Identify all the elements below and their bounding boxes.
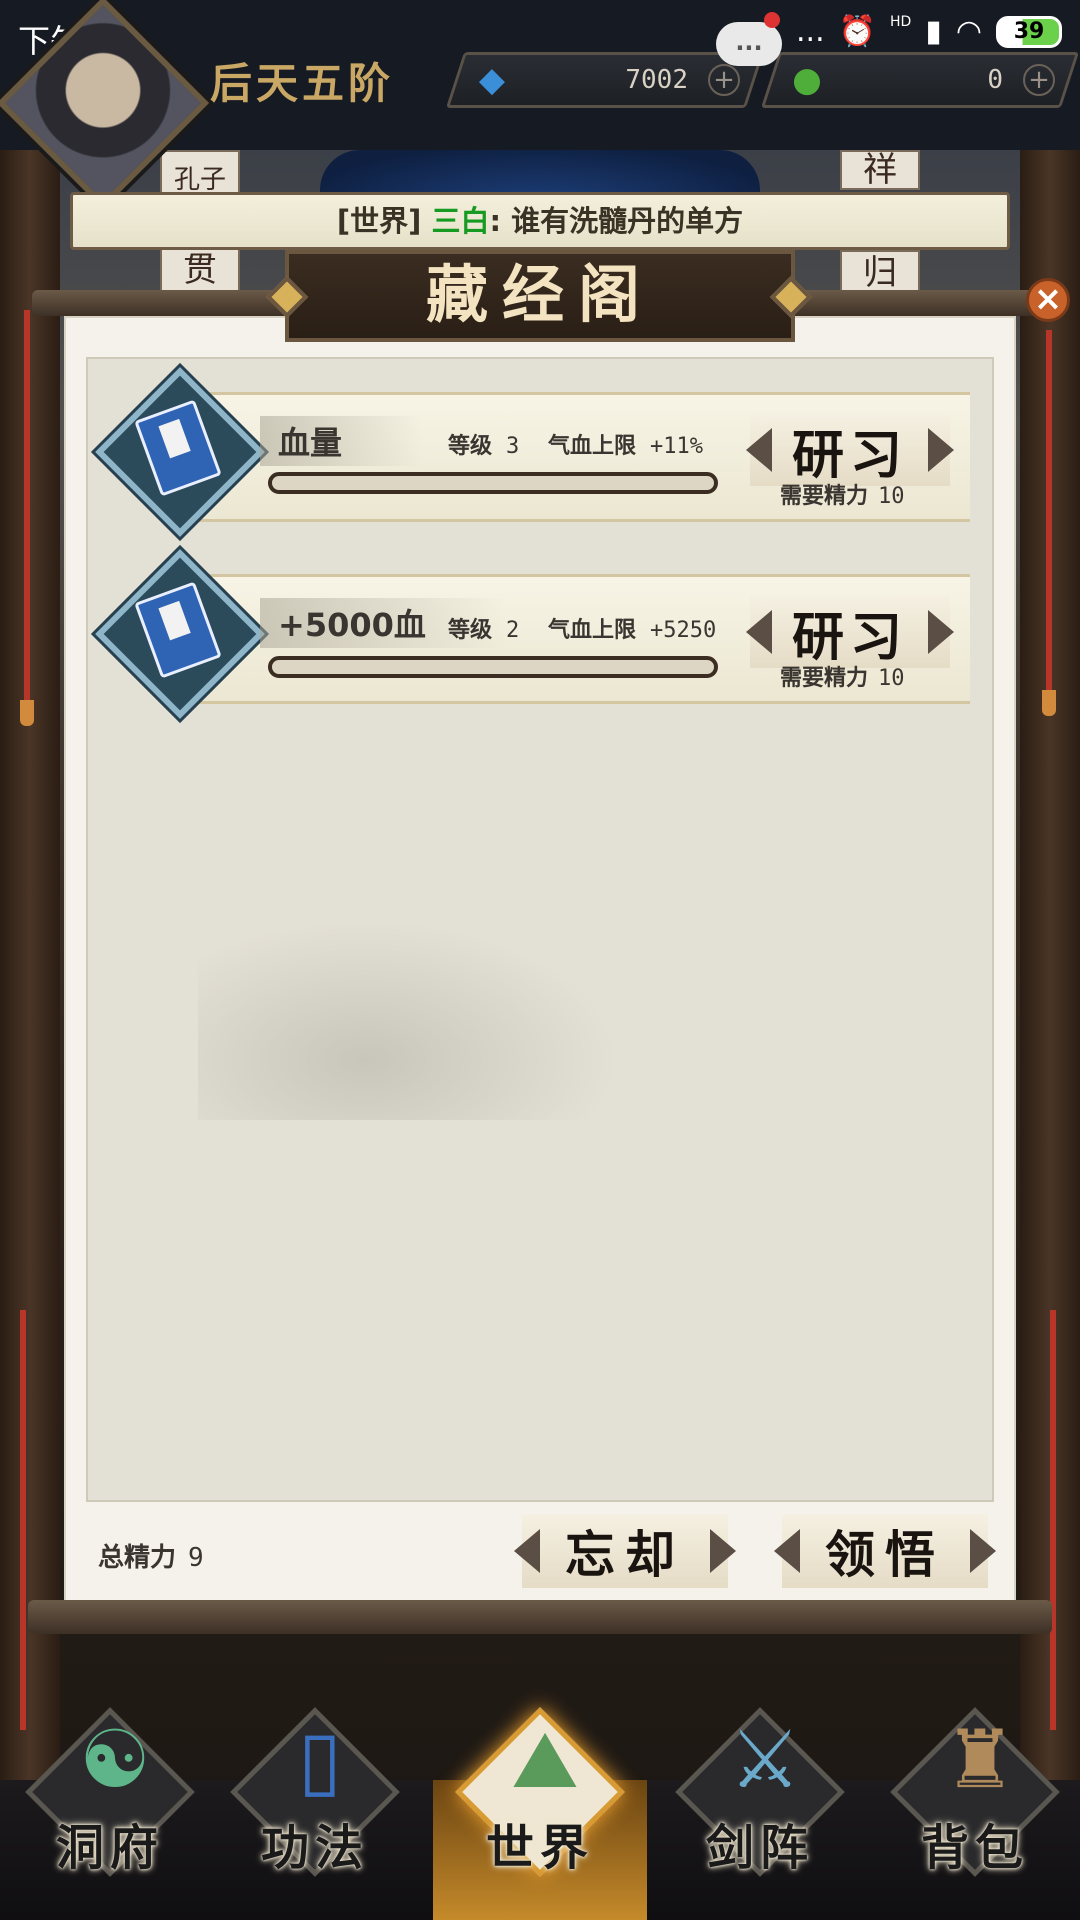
nav-item-world[interactable]: ⛰ 世界 (445, 1680, 635, 1900)
left-pillar (0, 150, 60, 1850)
notification-dot (764, 12, 780, 28)
jade-icon: ● (792, 60, 822, 100)
scripture-book-icon: ▯ (297, 1713, 343, 1806)
skill-bonus: 气血上限 +5250 (548, 612, 716, 644)
nav-item-bag[interactable]: ♜ 背包 (880, 1680, 1070, 1900)
world-scroll-icon: ⛰ (511, 1713, 579, 1806)
chat-bubble-icon[interactable]: ... (716, 22, 782, 66)
wifi-icon: ◠ (955, 14, 982, 49)
forget-button[interactable]: 忘却 (514, 1514, 736, 1588)
chat-separator: : (489, 204, 502, 238)
currency-gem-bar: ◆ 7002 + (445, 52, 765, 108)
scroll-bottom-rod (28, 1600, 1052, 1634)
nav-item-sword-formation[interactable]: ⚔ 剑阵 (665, 1680, 855, 1900)
level-value: 2 (506, 618, 520, 643)
nav-label: 背包 (920, 1820, 1029, 1876)
nav-label: 世界 (485, 1820, 594, 1876)
bag-icon: ♜ (944, 1713, 1016, 1806)
skill-progress-bar (268, 656, 718, 678)
study-button[interactable]: 研习 (746, 596, 954, 668)
hd-label: HD (889, 13, 912, 30)
level-label: 等级 (448, 618, 493, 643)
bonus-label: 气血上限 (548, 618, 637, 643)
gem-amount: 7002 (625, 65, 688, 95)
nav-label: 功法 (260, 1820, 369, 1876)
left-cord (24, 310, 30, 700)
nav-item-techniques[interactable]: ▯ 功法 (220, 1680, 410, 1900)
battery-icon: 39 (996, 15, 1062, 48)
immortal-icon: ☯ (79, 1713, 151, 1806)
chat-sender: 三白 (431, 204, 490, 238)
nav-item-cave[interactable]: ☯ 洞府 (15, 1680, 205, 1900)
energy-req-value: 10 (878, 484, 905, 509)
bonus-value: +11% (650, 434, 703, 459)
add-gem-button[interactable]: + (708, 64, 740, 96)
skill-progress-bar (268, 472, 718, 494)
right-lower-cord (1050, 1310, 1056, 1730)
left-tassel (20, 700, 34, 726)
right-tassel (1042, 690, 1056, 716)
level-label: 等级 (448, 434, 493, 459)
battery-level: 39 (1013, 19, 1045, 44)
scene-sign: 祥 (840, 150, 920, 190)
bonus-label: 气血上限 (548, 434, 637, 459)
add-jade-button[interactable]: + (1023, 64, 1055, 96)
scene-sign: 贯 (160, 245, 240, 295)
energy-req-label: 需要精力 (780, 666, 869, 691)
level-value: 3 (506, 434, 520, 459)
comprehend-button[interactable]: 领悟 (774, 1514, 996, 1588)
alarm-icon: ⏰ (838, 14, 876, 49)
chat-message: 谁有洗髓丹的单方 (511, 204, 744, 238)
more-icon: ... (796, 14, 825, 49)
left-lower-cord (20, 1310, 26, 1730)
total-energy-label: 总精力 (98, 1543, 177, 1573)
skill-level: 等级 3 (448, 428, 519, 460)
chat-channel: [世界] (336, 204, 422, 238)
skill-list-area (86, 357, 994, 1502)
energy-req-label: 需要精力 (780, 484, 869, 509)
energy-requirement: 需要精力 10 (780, 660, 905, 692)
ink-mountain-decoration (198, 920, 618, 1120)
skill-bonus: 气血上限 +11% (548, 428, 703, 460)
energy-requirement: 需要精力 10 (780, 478, 905, 510)
gem-icon: ◆ (478, 60, 506, 100)
skill-level: 等级 2 (448, 612, 519, 644)
total-energy-value: 9 (188, 1543, 204, 1573)
skill-name: 血量 (260, 416, 423, 466)
nav-label: 剑阵 (705, 1820, 814, 1876)
cultivation-rank: 后天五阶 (210, 59, 395, 108)
sword-formation-icon: ⚔ (729, 1713, 801, 1806)
right-cord (1046, 330, 1052, 690)
signal-icon: ▮ (925, 14, 942, 49)
jade-amount: 0 (987, 65, 1003, 95)
energy-req-value: 10 (878, 666, 905, 691)
world-chat-banner[interactable]: [世界] 三白: 谁有洗髓丹的单方 (70, 192, 1010, 250)
total-energy: 总精力 9 (98, 1537, 204, 1574)
close-button[interactable]: × (1026, 278, 1070, 322)
bonus-value: +5250 (650, 618, 717, 643)
panel-title: 藏经阁 (425, 258, 654, 331)
nav-label: 洞府 (55, 1820, 164, 1876)
currency-jade-bar: ● 0 + (760, 52, 1080, 108)
study-button[interactable]: 研习 (746, 414, 954, 486)
